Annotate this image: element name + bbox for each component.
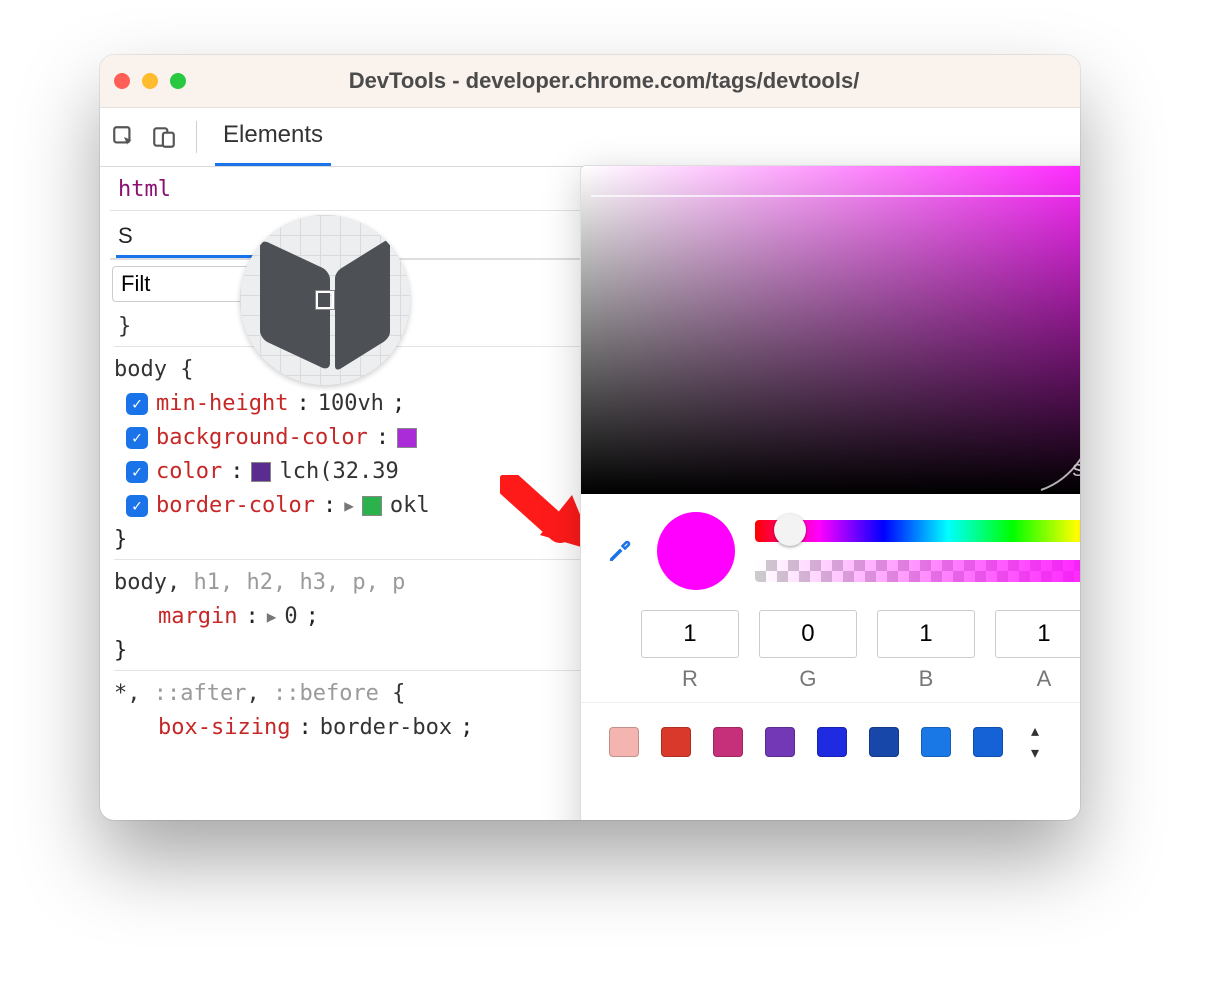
prop-value[interactable]: border-box: [320, 711, 452, 745]
palette-swatch[interactable]: [609, 727, 639, 757]
device-toolbar-icon[interactable]: [150, 123, 178, 151]
hue-slider[interactable]: [755, 520, 1080, 542]
channel-a-input[interactable]: [995, 610, 1080, 658]
selector-part: ::after: [154, 681, 247, 706]
channel-label: R: [641, 666, 739, 692]
checkbox-icon[interactable]: ✓: [126, 495, 148, 517]
color-swatch[interactable]: [362, 496, 382, 516]
prop-name[interactable]: box-sizing: [158, 711, 290, 745]
selector-part: ,: [246, 681, 273, 706]
tab-elements[interactable]: Elements: [215, 109, 331, 166]
prop-name[interactable]: border-color: [156, 489, 315, 523]
alpha-slider[interactable]: [755, 560, 1080, 582]
channel-g-input[interactable]: [759, 610, 857, 658]
palette-swatch[interactable]: [973, 727, 1003, 757]
checkbox-icon[interactable]: ✓: [126, 427, 148, 449]
selector-part: h1, h2, h3, p, p: [193, 570, 405, 595]
selector-part: body,: [114, 570, 193, 595]
picker-sliders: [755, 520, 1080, 582]
checkbox-icon[interactable]: ✓: [126, 393, 148, 415]
color-swatch[interactable]: [397, 428, 417, 448]
channel-r-input[interactable]: [641, 610, 739, 658]
disclose-icon[interactable]: ▶: [267, 600, 277, 634]
subtab-label: S: [118, 223, 133, 248]
prop-value[interactable]: lch(32.39: [279, 455, 398, 489]
current-color-swatch[interactable]: [657, 512, 735, 590]
inspect-element-icon[interactable]: [110, 123, 138, 151]
prop-name[interactable]: color: [156, 455, 222, 489]
palette-stepper[interactable]: ▴▾: [1031, 721, 1039, 763]
palette-swatch[interactable]: [817, 727, 847, 757]
palette-swatch[interactable]: [765, 727, 795, 757]
palette-swatch[interactable]: [921, 727, 951, 757]
window-zoom-button[interactable]: [170, 73, 186, 89]
palette-swatches: ▴▾: [581, 702, 1080, 781]
window-minimize-button[interactable]: [142, 73, 158, 89]
channel-b-input[interactable]: [877, 610, 975, 658]
window-close-button[interactable]: [114, 73, 130, 89]
window-title: DevTools - developer.chrome.com/tags/dev…: [202, 68, 1006, 94]
devtools-toolbar: Elements: [100, 108, 1080, 167]
palette-swatch[interactable]: [869, 727, 899, 757]
chevron-up-icon: ▴: [1031, 721, 1039, 741]
picker-controls: [581, 494, 1080, 600]
devtools-window: DevTools - developer.chrome.com/tags/dev…: [100, 55, 1080, 820]
window-titlebar: DevTools - developer.chrome.com/tags/dev…: [100, 55, 1080, 108]
prop-name[interactable]: background-color: [156, 421, 368, 455]
color-spectrum[interactable]: sRGB: [581, 166, 1080, 494]
channel-label: G: [759, 666, 857, 692]
rgba-inputs: R G B A ▴▾: [581, 600, 1080, 696]
eyedropper-button[interactable]: [603, 534, 637, 568]
prop-value[interactable]: 0: [284, 600, 297, 634]
channel-label: A: [995, 666, 1080, 692]
gamut-label: sRGB: [1072, 456, 1080, 482]
eyedropper-loupe[interactable]: [240, 215, 410, 385]
color-picker-panel: sRGB R: [580, 165, 1080, 820]
prop-name[interactable]: margin: [158, 600, 237, 634]
window-traffic-lights: [114, 73, 186, 89]
selector-part: *,: [114, 681, 154, 706]
checkbox-icon[interactable]: ✓: [126, 461, 148, 483]
selector-part: ::before: [273, 681, 379, 706]
color-swatch[interactable]: [251, 462, 271, 482]
selector-part: {: [379, 681, 406, 706]
prop-name[interactable]: min-height: [156, 387, 288, 421]
loupe-target-pixel: [316, 291, 334, 309]
channel-label: B: [877, 666, 975, 692]
prop-value[interactable]: 100vh: [318, 387, 384, 421]
hue-slider-thumb[interactable]: [774, 514, 806, 546]
prop-value[interactable]: okl: [390, 489, 430, 523]
chevron-down-icon: ▾: [1031, 743, 1039, 763]
toolbar-divider: [196, 121, 197, 153]
palette-swatch[interactable]: [713, 727, 743, 757]
disclose-icon[interactable]: ▶: [344, 489, 354, 523]
palette-swatch[interactable]: [661, 727, 691, 757]
